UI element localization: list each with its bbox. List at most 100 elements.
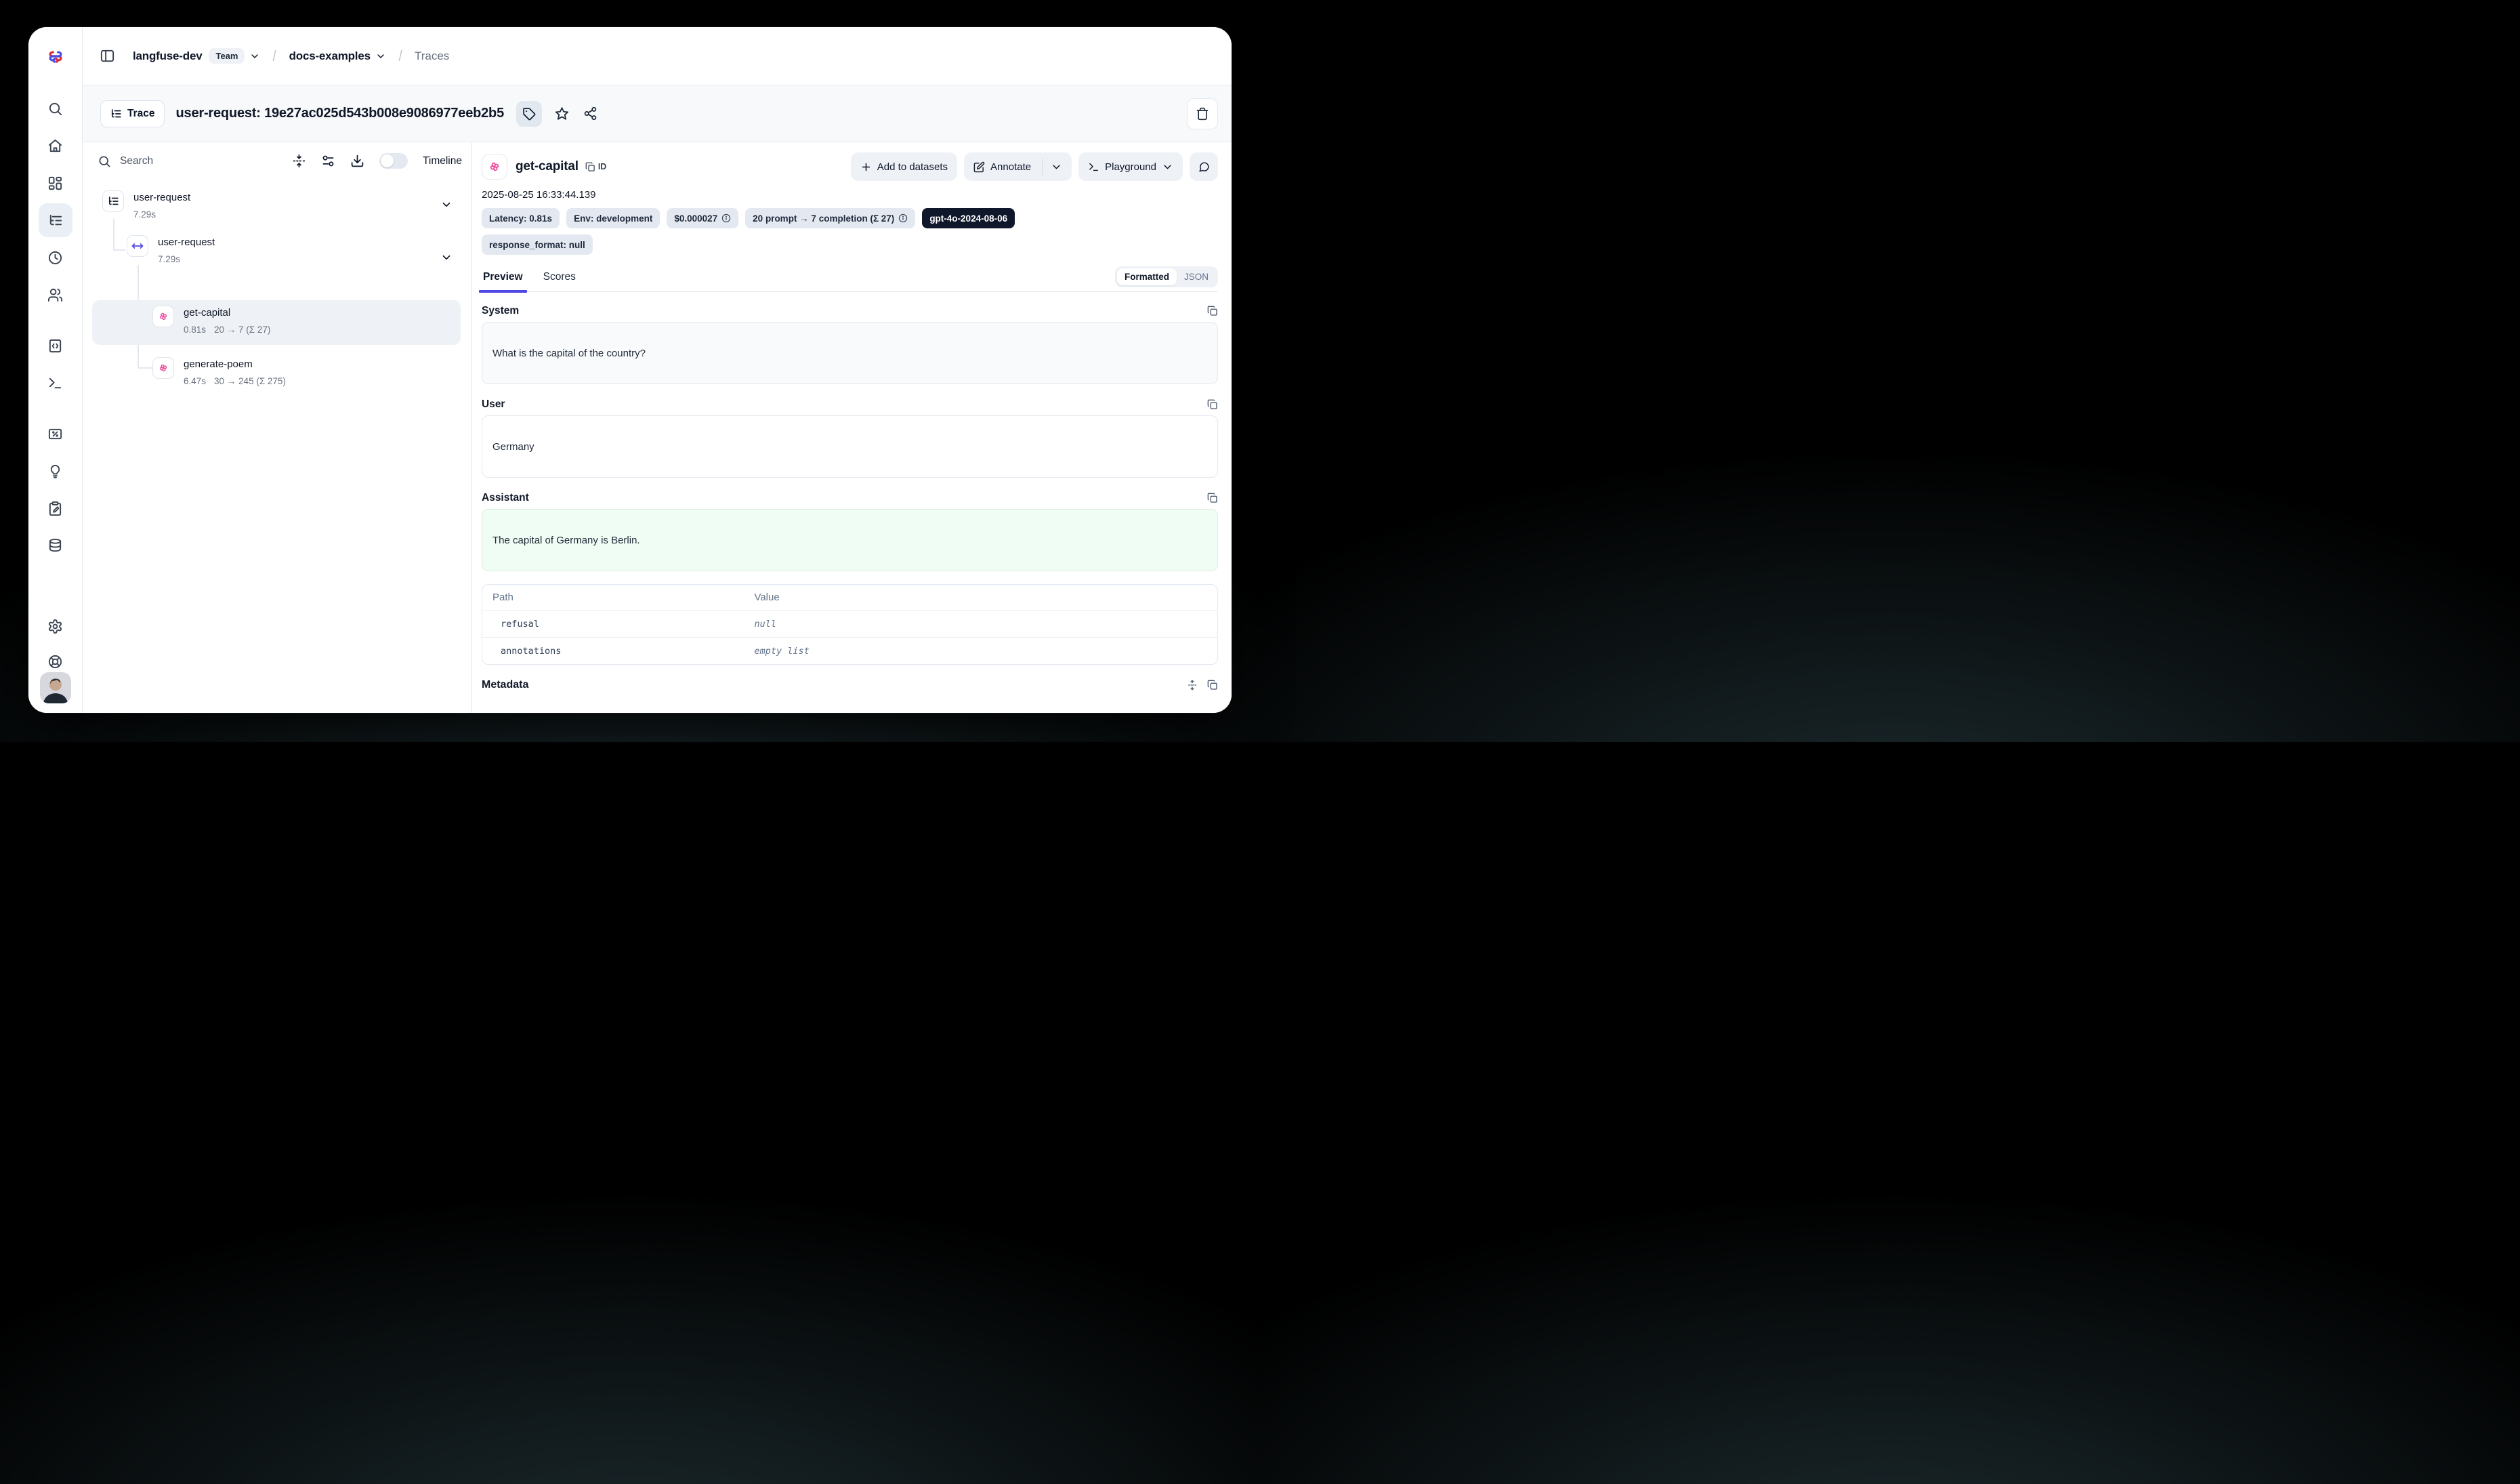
comments-button[interactable] <box>1190 152 1218 181</box>
tab-preview[interactable]: Preview <box>482 271 524 291</box>
collapse-all-icon[interactable] <box>292 154 306 168</box>
copy-icon[interactable] <box>1207 680 1218 691</box>
prompts-icon[interactable] <box>47 337 64 354</box>
observation-timestamp: 2025-08-25 16:33:44.139 <box>482 189 1218 201</box>
tree-node-tokens: 20 → 7 (Σ 27) <box>214 325 270 335</box>
system-section-header: System <box>482 305 1218 317</box>
support-icon[interactable] <box>47 653 64 669</box>
timeline-label: Timeline <box>423 155 462 167</box>
move-horizontal-icon <box>131 240 144 252</box>
trash-icon <box>1196 107 1209 121</box>
users-icon[interactable] <box>47 287 64 303</box>
annotate-button[interactable]: Annotate <box>964 152 1072 181</box>
generation-type-badge <box>482 154 507 180</box>
share-button[interactable] <box>581 105 599 123</box>
timeline-toggle[interactable] <box>379 153 408 169</box>
view-json-option[interactable]: JSON <box>1177 268 1216 285</box>
evals-icon[interactable] <box>47 426 64 442</box>
panel-toggle-icon[interactable] <box>99 48 115 64</box>
metadata-label: Metadata <box>482 679 528 691</box>
view-formatted-option[interactable]: Formatted <box>1117 268 1177 285</box>
search-nav-icon[interactable] <box>47 100 64 117</box>
avatar-image <box>40 672 71 703</box>
tree-toolbar: Timeline <box>83 142 471 169</box>
home-icon[interactable] <box>47 138 64 154</box>
tree-row-span[interactable]: user-request 7.29s <box>92 234 463 276</box>
tab-scores[interactable]: Scores <box>542 271 577 291</box>
tracing-nav-active[interactable] <box>39 203 72 237</box>
dashboard-icon[interactable] <box>47 175 64 191</box>
star-button[interactable] <box>553 105 570 123</box>
chevron-down-icon <box>1162 161 1173 173</box>
traces-icon <box>47 212 64 228</box>
param-badges: response_format: null <box>482 234 1218 255</box>
tree-row-generation-selected[interactable]: get-capital 0.81s20 → 7 (Σ 27) <box>92 300 461 345</box>
avatar[interactable] <box>40 672 71 703</box>
breadcrumb-environment[interactable]: docs-examples <box>289 49 371 63</box>
chevron-down-icon[interactable] <box>440 199 453 211</box>
chevron-down-icon[interactable] <box>249 51 260 62</box>
tree-row-trace[interactable]: user-request 7.29s <box>92 189 463 231</box>
expand-vertical-icon[interactable] <box>1187 680 1198 691</box>
breadcrumb-current: Traces <box>415 49 449 63</box>
trace-tree: user-request 7.29s user-request 7.29s <box>92 189 463 413</box>
chevron-down-icon[interactable] <box>1051 161 1062 173</box>
delete-trace-button[interactable] <box>1187 98 1218 129</box>
copy-icon[interactable] <box>1207 306 1218 316</box>
user-label: User <box>482 398 505 411</box>
playground-label: Playground <box>1105 161 1156 173</box>
generation-node-badge <box>152 306 174 327</box>
chevron-down-icon[interactable] <box>440 251 453 264</box>
star-icon <box>555 106 569 121</box>
insights-icon[interactable] <box>47 463 64 479</box>
assistant-label: Assistant <box>482 492 529 504</box>
sessions-icon[interactable] <box>47 249 64 266</box>
tag-button[interactable] <box>516 101 542 127</box>
icon-rail <box>28 27 83 713</box>
playground-button[interactable]: Playground <box>1078 152 1183 181</box>
tree-node-duration: 7.29s <box>133 209 156 220</box>
cost-badge[interactable]: $0.000027 <box>667 208 738 228</box>
tree-node-metrics: 6.47s 30 → 245 (Σ 275) <box>184 376 286 386</box>
metric-badges: Latency: 0.81s Env: development $0.00002… <box>482 208 1218 228</box>
trace-header-bar: Trace user-request: 19e27ac025d543b008e9… <box>83 85 1232 142</box>
terminal-icon <box>1088 161 1099 173</box>
search-input[interactable] <box>120 155 222 167</box>
app-logo[interactable] <box>28 27 82 85</box>
system-label: System <box>482 305 519 317</box>
detail-tabs: Preview Scores Formatted JSON <box>482 264 1218 292</box>
copy-icon[interactable] <box>1207 493 1218 503</box>
share-icon <box>583 106 597 121</box>
download-icon[interactable] <box>350 154 364 168</box>
tree-node-duration: 6.47s <box>184 376 206 386</box>
button-divider <box>1042 159 1043 175</box>
table-header-row: Path Value <box>482 585 1217 610</box>
model-badge[interactable]: gpt-4o-2024-08-06 <box>922 208 1015 228</box>
latency-badge: Latency: 0.81s <box>482 208 560 228</box>
datasets-icon[interactable] <box>47 537 64 554</box>
annotation-queues-icon[interactable] <box>47 500 64 516</box>
generation-pinwheel-icon <box>487 159 502 174</box>
breadcrumb-project[interactable]: langfuse-dev <box>133 49 202 63</box>
main-area: Timeline user-request 7.29s <box>83 142 1232 713</box>
trace-type-chip: Trace <box>100 100 165 127</box>
tree-node-label: generate-poem <box>184 358 253 370</box>
id-label: ID <box>598 162 607 171</box>
tree-node-tokens: 30 → 245 (Σ 275) <box>214 376 286 386</box>
detail-actions: Add to datasets Annotate Playground <box>851 152 1218 181</box>
assistant-section-header: Assistant <box>482 492 1218 504</box>
add-to-datasets-button[interactable]: Add to datasets <box>851 152 957 181</box>
tokens-badge[interactable]: 20 prompt → 7 completion (Σ 27) <box>745 208 915 228</box>
copy-icon[interactable] <box>1207 399 1218 410</box>
info-icon <box>898 213 908 223</box>
trace-type-label: Trace <box>127 108 155 120</box>
metadata-section-header: Metadata <box>482 679 1218 691</box>
tree-node-duration: 0.81s <box>184 325 206 335</box>
chevron-down-icon[interactable] <box>375 51 386 62</box>
settings-icon[interactable] <box>47 618 64 634</box>
generation-pinwheel-icon <box>157 362 169 374</box>
filter-settings-icon[interactable] <box>321 154 335 168</box>
copy-id-button[interactable]: ID <box>585 162 607 172</box>
playground-nav-icon[interactable] <box>47 375 64 391</box>
tree-row-generation[interactable]: generate-poem 6.47s 30 → 245 (Σ 275) <box>92 356 463 398</box>
